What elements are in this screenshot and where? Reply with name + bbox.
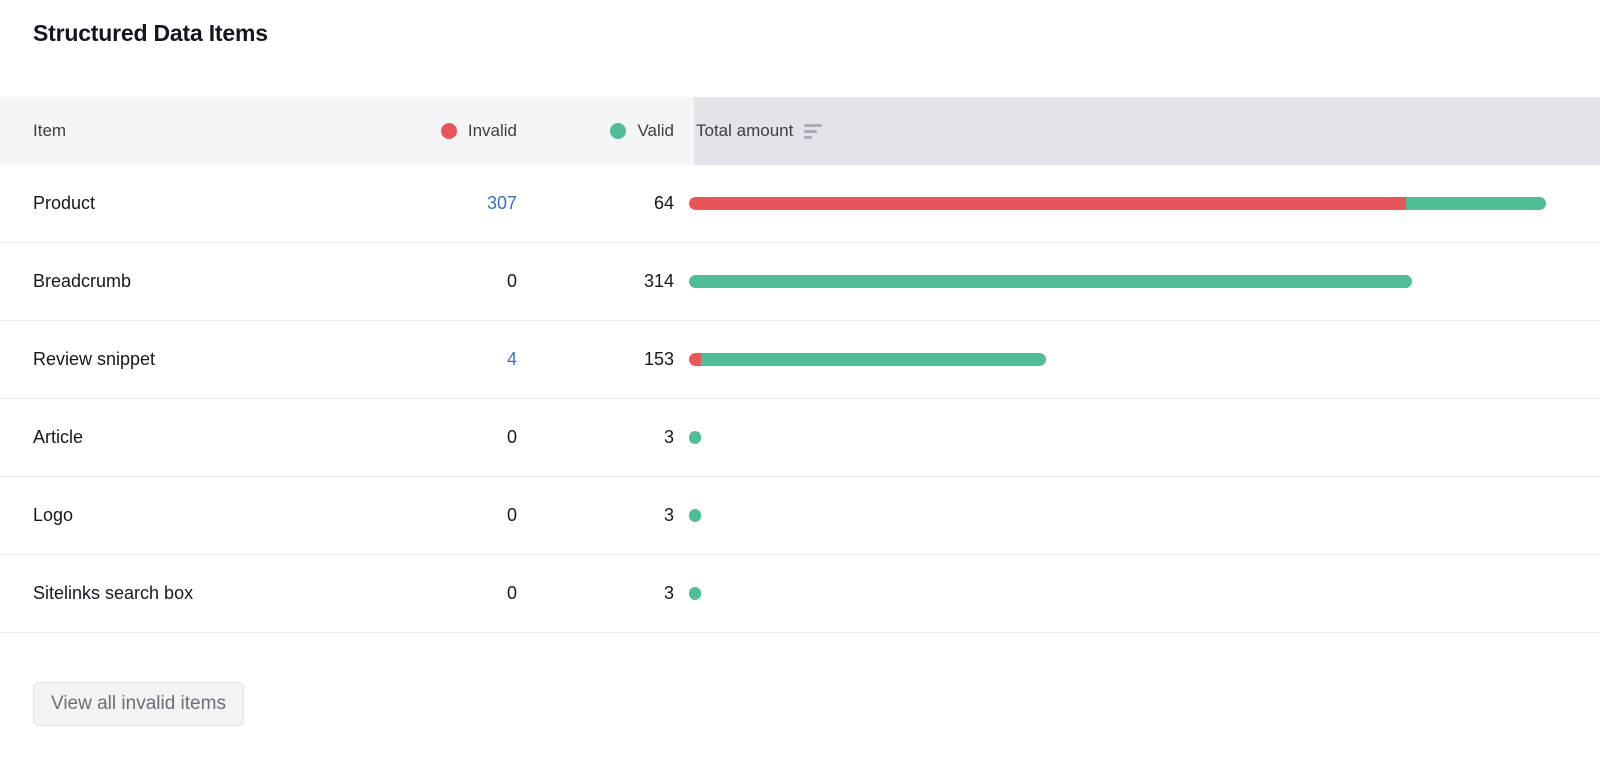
column-header-item[interactable]: Item	[0, 121, 380, 141]
cell-item-name: Article	[0, 427, 380, 448]
cell-invalid-count[interactable]: 307	[380, 193, 517, 214]
cell-invalid-count: 0	[380, 505, 517, 526]
stacked-bar	[689, 353, 1046, 366]
column-header-invalid[interactable]: Invalid	[380, 121, 517, 141]
column-header-valid-label: Valid	[637, 121, 674, 141]
bar-segment-valid	[689, 431, 701, 444]
table-row: Product30764	[0, 165, 1600, 243]
cell-total-amount-bar	[674, 431, 1600, 444]
table-row: Breadcrumb0314	[0, 243, 1600, 321]
structured-data-items-panel: Structured Data Items Item Invalid Valid…	[0, 0, 1600, 766]
cell-valid-count: 3	[517, 583, 674, 604]
column-header-total-amount-label: Total amount	[696, 121, 793, 141]
cell-total-amount-bar	[674, 353, 1600, 366]
cell-valid-count: 3	[517, 427, 674, 448]
column-header-total-amount[interactable]: Total amount	[674, 121, 1600, 141]
cell-valid-count: 64	[517, 193, 674, 214]
bar-segment-valid	[689, 587, 701, 600]
stacked-bar	[689, 431, 701, 444]
valid-legend-dot-icon	[610, 123, 626, 139]
bar-segment-valid	[1406, 197, 1546, 210]
bar-segment-valid	[689, 275, 1412, 288]
table-row: Review snippet4153	[0, 321, 1600, 399]
structured-data-table: Item Invalid Valid Total amount Product3…	[0, 97, 1600, 633]
stacked-bar	[689, 587, 701, 600]
cell-invalid-count[interactable]: 4	[380, 349, 517, 370]
table-row: Sitelinks search box03	[0, 555, 1600, 633]
cell-item-name: Logo	[0, 505, 380, 526]
cell-total-amount-bar	[674, 197, 1600, 210]
cell-valid-count: 153	[517, 349, 674, 370]
cell-item-name: Breadcrumb	[0, 271, 380, 292]
table-row: Logo03	[0, 477, 1600, 555]
column-header-valid[interactable]: Valid	[517, 121, 674, 141]
table-body: Product30764Breadcrumb0314Review snippet…	[0, 165, 1600, 633]
bar-segment-invalid	[689, 353, 701, 366]
stacked-bar	[689, 275, 1412, 288]
stacked-bar	[689, 197, 1546, 210]
sort-descending-icon[interactable]	[804, 124, 822, 139]
cell-item-name: Product	[0, 193, 380, 214]
column-header-invalid-label: Invalid	[468, 121, 517, 141]
invalid-legend-dot-icon	[441, 123, 457, 139]
column-header-item-label: Item	[33, 121, 66, 141]
bar-segment-invalid	[689, 197, 1406, 210]
cell-invalid-count: 0	[380, 271, 517, 292]
table-footer: View all invalid items	[33, 682, 244, 726]
cell-invalid-count: 0	[380, 427, 517, 448]
page-title: Structured Data Items	[33, 20, 268, 47]
cell-valid-count: 3	[517, 505, 674, 526]
bar-segment-valid	[689, 509, 701, 522]
cell-invalid-count: 0	[380, 583, 517, 604]
table-header-row: Item Invalid Valid Total amount	[0, 97, 1600, 165]
bar-segment-valid	[701, 353, 1046, 366]
cell-total-amount-bar	[674, 587, 1600, 600]
cell-item-name: Sitelinks search box	[0, 583, 380, 604]
table-row: Article03	[0, 399, 1600, 477]
cell-total-amount-bar	[674, 509, 1600, 522]
cell-total-amount-bar	[674, 275, 1600, 288]
cell-item-name: Review snippet	[0, 349, 380, 370]
cell-valid-count: 314	[517, 271, 674, 292]
view-all-invalid-items-button[interactable]: View all invalid items	[33, 682, 244, 726]
stacked-bar	[689, 509, 701, 522]
